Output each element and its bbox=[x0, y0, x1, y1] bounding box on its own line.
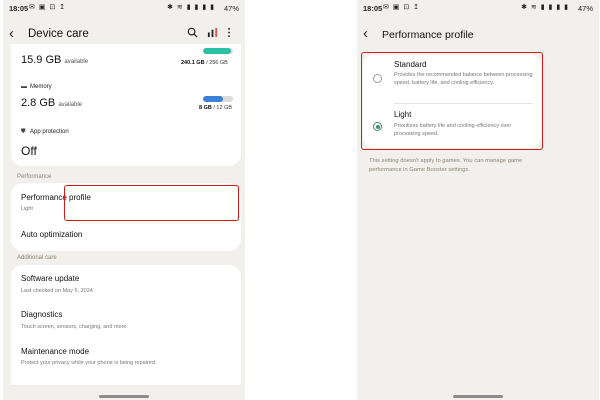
home-indicator[interactable] bbox=[453, 395, 503, 398]
status-bar: 18:05 ✉ ▣ ⊡ ↥ ✱ ≋ ▮ ▮ ▮ ▮ 47% bbox=[3, 0, 245, 16]
performance-profile-highlight bbox=[64, 185, 239, 221]
storage-available: 15.9 GB available bbox=[21, 54, 88, 66]
app-protection-value: Off bbox=[21, 144, 37, 158]
storage-used: 240.1 GB bbox=[181, 60, 205, 66]
maintenance-mode-item[interactable]: Maintenance mode Protect your privacy wh… bbox=[11, 339, 241, 383]
storage-usage: 240.1 GB / 256 GB bbox=[181, 60, 228, 66]
bar-chart-icon[interactable] bbox=[207, 27, 218, 41]
game-booster-note: This setting doesn't apply to games. You… bbox=[369, 158, 523, 173]
memory-total: / 12 GB bbox=[213, 105, 233, 111]
memory-icon: ▬ bbox=[21, 84, 27, 90]
software-update-title: Software update bbox=[21, 274, 80, 283]
storage-total: / 256 GB bbox=[206, 60, 228, 66]
memory-bar bbox=[203, 96, 233, 102]
search-icon[interactable] bbox=[187, 27, 198, 41]
profile-options-highlight bbox=[361, 52, 543, 150]
system-status-icons: ✱ ≋ ▮ ▮ ▮ ▮ bbox=[521, 4, 569, 11]
notification-icons: ✉ ▣ ⊡ ↥ bbox=[383, 4, 421, 11]
app-protection-label: App protection bbox=[30, 129, 69, 135]
memory-value: 2.8 GB bbox=[21, 97, 56, 109]
diagnostics-sub: Touch screen, sensors, charging, and mor… bbox=[21, 324, 129, 330]
more-vert-icon[interactable] bbox=[226, 27, 232, 41]
storage-bar-fill bbox=[203, 48, 232, 54]
auto-optimization-item[interactable]: Auto optimization bbox=[11, 221, 241, 249]
back-icon[interactable]: ‹ bbox=[363, 25, 368, 42]
device-care-screen: 18:05 ✉ ▣ ⊡ ↥ ✱ ≋ ▮ ▮ ▮ ▮ 47% ‹ Device c… bbox=[3, 0, 245, 400]
memory-bar-fill bbox=[203, 96, 224, 102]
diagnostics-item[interactable]: Diagnostics Touch screen, sensors, charg… bbox=[11, 302, 241, 338]
notification-icons: ✉ ▣ ⊡ ↥ bbox=[29, 4, 67, 11]
shield-icon: ⛊ bbox=[21, 129, 26, 135]
memory-used: 8 GB bbox=[199, 105, 212, 111]
storage-bar bbox=[203, 48, 233, 54]
memory-usage: 8 GB / 12 GB bbox=[199, 105, 232, 111]
status-card: 15.9 GB available 240.1 GB / 256 GB ▬ Me… bbox=[11, 44, 241, 166]
software-update-sub: Last checked on May 6, 2024 bbox=[21, 288, 93, 294]
memory-unit: available bbox=[58, 102, 82, 108]
system-status-icons: ✱ ≋ ▮ ▮ ▮ ▮ bbox=[167, 4, 215, 11]
home-indicator[interactable] bbox=[99, 395, 149, 398]
memory-label: Memory bbox=[30, 84, 52, 90]
performance-profile-screen: 18:05 ✉ ▣ ⊡ ↥ ✱ ≋ ▮ ▮ ▮ ▮ 47% ‹ Performa… bbox=[357, 0, 599, 400]
status-time: 18:05 bbox=[363, 4, 383, 13]
auto-optimization-title: Auto optimization bbox=[21, 230, 83, 239]
additional-care-card: Software update Last checked on May 6, 2… bbox=[11, 265, 241, 385]
maintenance-mode-sub: Protect your privacy while your phone is… bbox=[21, 360, 157, 366]
status-time: 18:05 bbox=[9, 4, 29, 13]
battery-level: 47% bbox=[223, 4, 239, 13]
battery-level: 47% bbox=[577, 4, 593, 13]
back-icon[interactable]: ‹ bbox=[9, 25, 14, 42]
page-title: Performance profile bbox=[382, 29, 474, 41]
status-bar: 18:05 ✉ ▣ ⊡ ↥ ✱ ≋ ▮ ▮ ▮ ▮ 47% bbox=[357, 0, 599, 16]
page-title: Device care bbox=[28, 28, 89, 40]
storage-value: 15.9 GB bbox=[21, 54, 62, 66]
performance-section-label: Performance bbox=[17, 174, 52, 180]
storage-unit: available bbox=[64, 59, 89, 65]
diagnostics-title: Diagnostics bbox=[21, 310, 63, 319]
software-update-item[interactable]: Software update Last checked on May 6, 2… bbox=[11, 265, 241, 301]
memory-available: 2.8 GB available bbox=[21, 97, 82, 109]
app-header: ‹ Performance profile bbox=[357, 24, 599, 48]
maintenance-mode-title: Maintenance mode bbox=[21, 347, 90, 356]
additional-care-section-label: Additional care bbox=[17, 255, 57, 261]
